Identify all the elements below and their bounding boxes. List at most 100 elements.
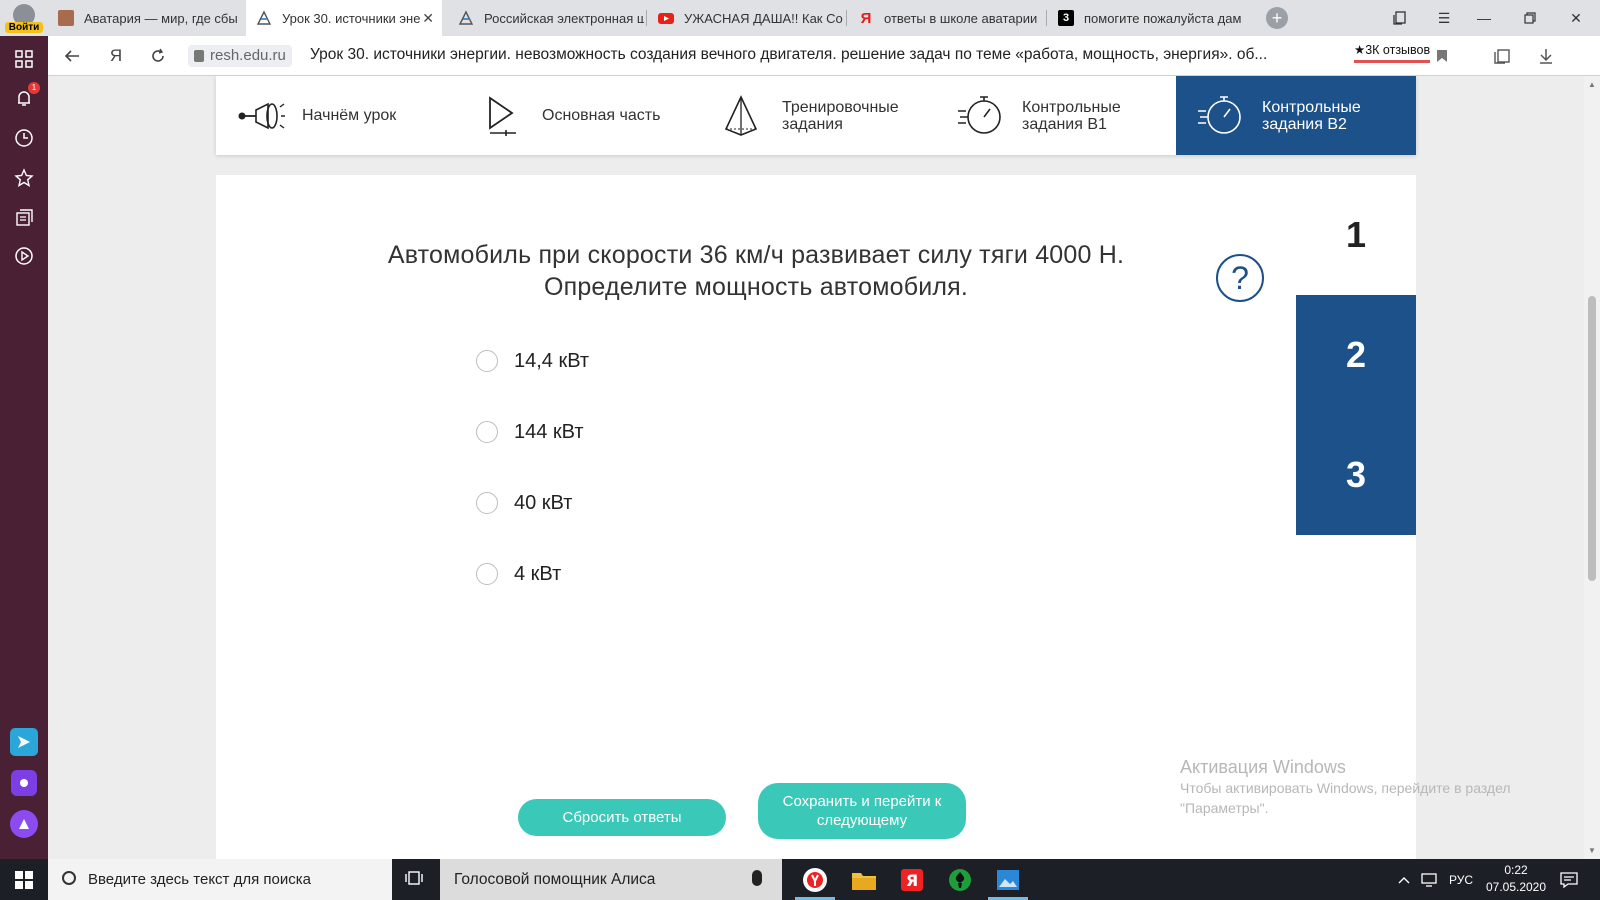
answer-option[interactable]: 4 кВт: [476, 563, 589, 634]
tab-resh-school[interactable]: Российская электронная ш: [448, 0, 644, 36]
answer-label: 14,4 кВт: [514, 350, 590, 372]
task-view-icon[interactable]: [404, 869, 426, 889]
clock-date: 07.05.2020: [1485, 880, 1547, 894]
answer-option[interactable]: 40 кВт: [476, 492, 589, 563]
zen-feed-icon[interactable]: [12, 206, 36, 230]
reviews-link[interactable]: ★3К отзывов: [1354, 42, 1431, 63]
nav-label: Начнём урок: [302, 107, 397, 124]
input-language-indicator[interactable]: РУС: [1449, 859, 1473, 900]
tab-label: помогите пожалуйста дам: [1084, 10, 1242, 26]
restore-icon[interactable]: [1510, 0, 1550, 36]
yandex-browser-taskbar-icon[interactable]: [791, 859, 839, 900]
minimize-icon[interactable]: —: [1464, 0, 1504, 36]
save-next-button[interactable]: Сохранить и перейти к следующему: [758, 783, 966, 839]
step-2[interactable]: 2: [1296, 295, 1416, 415]
music-app-icon[interactable]: [11, 770, 37, 796]
system-clock[interactable]: 0:22 07.05.2020: [1484, 862, 1548, 896]
search-placeholder: Введите здесь текст для поиска: [88, 871, 311, 888]
radio-button[interactable]: [476, 563, 498, 585]
close-window-icon[interactable]: ✕: [1556, 0, 1596, 36]
tab-divider: [1046, 10, 1047, 26]
tab-label: ответы в школе аватарии: [884, 10, 1038, 26]
solitaire-game-icon[interactable]: [936, 859, 984, 900]
page-title[interactable]: Урок 30. источники энергии. невозможност…: [310, 46, 1340, 64]
windows-taskbar: Введите здесь текст для поиска Голосовой…: [0, 859, 1600, 900]
new-tab-plus-icon[interactable]: +: [1266, 7, 1288, 29]
watermark-title: Активация Windows: [1180, 757, 1346, 777]
tab-lesson-30[interactable]: Урок 30. источники эне ✕: [246, 0, 442, 36]
photos-app-icon[interactable]: [984, 859, 1032, 900]
video-play-icon[interactable]: [12, 244, 36, 268]
back-arrow-icon[interactable]: [60, 44, 84, 68]
close-tab-icon[interactable]: ✕: [422, 10, 434, 27]
nav-start-lesson[interactable]: Начнём урок: [216, 76, 456, 155]
services-grid-icon[interactable]: [12, 47, 36, 71]
nav-control-tasks-b2[interactable]: Контрольные задания В2: [1176, 76, 1416, 155]
menu-icon[interactable]: ☰: [1424, 0, 1464, 36]
history-clock-icon[interactable]: [12, 126, 36, 150]
scroll-thumb[interactable]: [1588, 296, 1596, 581]
resh-favicon-icon: [458, 10, 474, 26]
tab-divider: [646, 10, 647, 26]
nav-label: Контрольные задания В1: [1022, 98, 1121, 133]
collections-icon[interactable]: [1492, 46, 1512, 66]
radio-button[interactable]: [476, 421, 498, 443]
favorites-star-icon[interactable]: [12, 166, 36, 190]
reload-icon[interactable]: [146, 44, 170, 68]
svg-text:Я: Я: [906, 871, 918, 890]
task-steps: 1 2 3: [1296, 175, 1416, 535]
answer-option[interactable]: 14,4 кВт: [476, 350, 589, 421]
scroll-down-icon[interactable]: ▼: [1588, 846, 1596, 855]
watermark-line1: Чтобы активировать Windows, перейдите в …: [1180, 780, 1511, 796]
messenger-app-icon[interactable]: [10, 728, 38, 756]
question-text: Автомобиль при скорости 36 км/ч развивае…: [387, 241, 1125, 301]
page-viewport: Начнём урок Основная часть Тренировочные…: [48, 76, 1584, 859]
radio-button[interactable]: [476, 492, 498, 514]
tabs-list-icon[interactable]: [1380, 0, 1420, 36]
yandex-home-icon[interactable]: Я: [104, 44, 128, 68]
lesson-navigation: Начнём урок Основная часть Тренировочные…: [216, 76, 1416, 155]
reset-answers-button[interactable]: Сбросить ответы: [518, 799, 726, 836]
yandex-app-icon[interactable]: Я: [888, 859, 936, 900]
notification-count-badge: 1: [28, 82, 40, 94]
windows-start-icon[interactable]: [0, 859, 48, 900]
profile-button[interactable]: Войти: [0, 0, 48, 36]
help-question-icon[interactable]: ?: [1216, 254, 1264, 302]
tab-divider: [846, 10, 847, 26]
nav-control-tasks-b1[interactable]: Контрольные задания В1: [936, 76, 1176, 155]
nav-training-tasks[interactable]: Тренировочные задания: [696, 76, 936, 155]
tab-avatariya[interactable]: Аватария — мир, где сбы: [48, 0, 244, 36]
step-3[interactable]: 3: [1296, 415, 1416, 535]
tab-youtube-video[interactable]: УЖАСНАЯ ДАША!! Как Со: [648, 0, 844, 36]
step-1[interactable]: 1: [1296, 175, 1416, 295]
play-icon: [489, 95, 516, 136]
nav-main-part[interactable]: Основная часть: [456, 76, 696, 155]
bookmark-icon[interactable]: [1432, 46, 1452, 66]
alice-voice-assistant-bar[interactable]: Голосовой помощник Алиса: [440, 859, 782, 900]
clock-time: 0:22: [1504, 863, 1528, 877]
notifications-bell-icon[interactable]: 1: [12, 82, 40, 110]
network-icon[interactable]: [1420, 859, 1438, 900]
microphone-icon[interactable]: [752, 870, 762, 886]
action-center-icon[interactable]: [1560, 859, 1578, 900]
radio-button[interactable]: [476, 350, 498, 372]
download-icon[interactable]: [1536, 46, 1556, 66]
search-icon: [62, 871, 76, 885]
show-hidden-icons[interactable]: [1398, 859, 1410, 900]
scroll-up-icon[interactable]: ▲: [1588, 80, 1596, 89]
yandex-favicon-icon: Я: [860, 10, 872, 27]
tab-znanija[interactable]: 3 помогите пожалуйста дам: [1048, 0, 1244, 36]
alice-assistant-icon[interactable]: [10, 810, 38, 838]
browser-sidebar: 1: [0, 36, 48, 859]
znanija-favicon-icon: 3: [1058, 10, 1074, 26]
url-domain[interactable]: resh.edu.ru: [188, 45, 292, 67]
tab-yandex-search[interactable]: Я ответы в школе аватарии: [848, 0, 1044, 36]
answer-label: 4 кВт: [514, 563, 562, 585]
nav-label: Контрольные задания В2: [1262, 98, 1361, 133]
taskbar-search-input[interactable]: Введите здесь текст для поиска: [48, 859, 392, 900]
resh-favicon-icon: [256, 10, 272, 26]
file-explorer-icon[interactable]: [840, 859, 888, 900]
flashlight-icon: [238, 102, 285, 129]
page-scrollbar[interactable]: ▲ ▼: [1584, 76, 1600, 859]
answer-option[interactable]: 144 кВт: [476, 421, 589, 492]
